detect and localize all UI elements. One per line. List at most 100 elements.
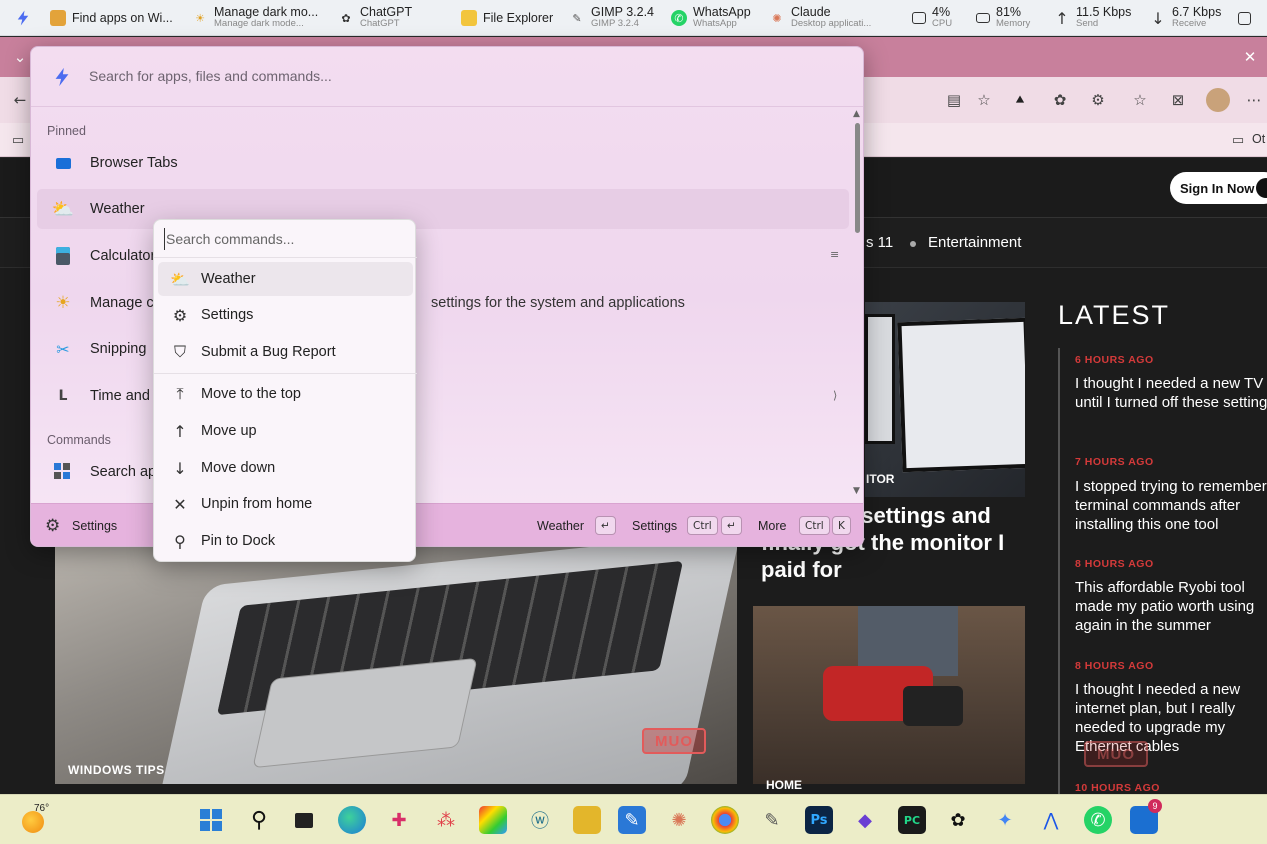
nav-link-entertainment[interactable]: Entertainment [928, 234, 1021, 251]
footer-action-more[interactable]: More [758, 519, 786, 533]
article-image-monitor[interactable] [865, 302, 1025, 497]
menu-item-bug-report[interactable]: ⛉ Submit a Bug Report [158, 335, 413, 369]
muo-watermark: MUO [1084, 741, 1148, 767]
sun-icon: ☀ [195, 11, 205, 25]
calculator-icon [53, 246, 73, 266]
hero-category-label[interactable]: WINDOWS TIPS [68, 763, 165, 777]
slack-icon[interactable]: ✚ [385, 806, 413, 834]
tab-actions-icon[interactable]: ▭ [8, 130, 28, 150]
footer-settings-link[interactable]: Settings [72, 519, 117, 533]
latest-heading: LATEST [1058, 300, 1171, 330]
chatgpt-taskbar-icon[interactable]: ✿ [944, 806, 972, 834]
article-category-home[interactable]: HOME [766, 778, 802, 792]
latest-time: 8 HOURS AGO [1075, 558, 1154, 570]
menu-item-move-up[interactable]: ↑ Move up [158, 414, 413, 448]
latest-timeline [1058, 348, 1060, 794]
launcher-search-row [31, 47, 863, 107]
memory-stat: 81% Memory [976, 0, 1030, 36]
photoshop-icon[interactable]: Ps [805, 806, 833, 834]
launcher-scrollbar[interactable]: ▲ ▼ [853, 109, 861, 496]
extension-a-icon[interactable]: ⯅ [1010, 90, 1030, 110]
search-icon[interactable]: ⚲ [245, 806, 273, 834]
paint-icon[interactable]: ✎ [618, 806, 646, 834]
whatsapp-taskbar-icon[interactable]: ✆ [1084, 806, 1112, 834]
latest-title[interactable]: This affordable Ryobi tool made my patio… [1075, 578, 1267, 635]
hero-image-laptop[interactable] [55, 538, 737, 784]
pycharm-icon[interactable]: PC [898, 806, 926, 834]
asana-icon[interactable]: ⁂ [432, 806, 460, 834]
details-toggle-icon[interactable]: ≡ [830, 248, 839, 261]
context-menu: ⛅ Weather ⚙ Settings ⛉ Submit a Bug Repo… [153, 219, 417, 562]
taskbar-item-file-explorer[interactable]: File Explorer [461, 0, 553, 36]
gear-icon[interactable]: ⚙ [45, 516, 60, 536]
launcher-search-input[interactable] [89, 65, 789, 87]
menu-item-pin-to-dock[interactable]: ⚲ Pin to Dock [158, 524, 413, 558]
taskbar-item-manage-dark-mode[interactable]: ☀ Manage dark mo... Manage dark mode... [192, 0, 318, 36]
close-icon[interactable]: ✕ [1240, 47, 1260, 67]
profile-avatar[interactable] [1206, 88, 1230, 112]
latest-title[interactable]: I thought I needed a new TV until I turn… [1075, 374, 1267, 412]
latest-title[interactable]: I stopped trying to remember terminal co… [1075, 477, 1267, 534]
menu-item-weather[interactable]: ⛅ Weather [158, 262, 413, 296]
snipping-icon: ✂ [56, 339, 70, 359]
collections-icon[interactable]: ⊠ [1168, 90, 1188, 110]
task-view-icon[interactable] [290, 806, 318, 834]
taskbar-item-gimp[interactable]: ✎ GIMP 3.2.4 GIMP 3.2.4 [569, 0, 654, 36]
pinned-section-label: Pinned [47, 124, 86, 138]
enter-key-hint: ↵ [595, 516, 616, 535]
menu-item-move-down[interactable]: ↓ Move down [158, 451, 413, 485]
arc-icon[interactable]: ⋀ [1037, 806, 1065, 834]
sun-icon: ☀ [55, 293, 71, 313]
taskbar-item-find-apps[interactable]: Find apps on Wi... [50, 0, 173, 36]
weather-sun-icon[interactable] [22, 811, 44, 833]
sign-in-button[interactable]: Sign In Now [1170, 172, 1267, 204]
obsidian-icon[interactable]: ◆ [851, 806, 879, 834]
chrome-icon[interactable] [711, 806, 739, 834]
article-category-label[interactable]: ITOR [866, 472, 894, 486]
command-search-input[interactable] [164, 228, 407, 250]
notification-badge: 9 [1148, 799, 1162, 813]
chatgpt-extension-icon[interactable]: ✿ [1050, 90, 1070, 110]
claude-taskbar-icon[interactable]: ✺ [665, 806, 693, 834]
muo-watermark: MUO [642, 728, 706, 754]
taskbar-item-chatgpt[interactable]: ✿ ChatGPT ChatGPT [338, 0, 412, 36]
more-options-icon[interactable]: ⋯ [1244, 90, 1264, 110]
footer-action-weather[interactable]: Weather [537, 519, 584, 533]
tool-battery-shape [903, 686, 963, 726]
weather-temperature[interactable]: 76° [34, 803, 49, 814]
chevron-right-icon[interactable]: ⟩ [833, 389, 837, 402]
color-app-icon[interactable] [479, 806, 507, 834]
folder-icon[interactable]: ▭ [1228, 130, 1248, 150]
favorite-star-icon[interactable]: ☆ [974, 90, 994, 110]
scroll-down-icon[interactable]: ▼ [853, 486, 860, 496]
gimp-taskbar-icon[interactable]: ✎ [758, 806, 786, 834]
chatgpt-icon: ✿ [341, 11, 351, 25]
latest-time: 8 HOURS AGO [1075, 660, 1154, 672]
extensions-puzzle-icon[interactable]: ⚙ [1088, 90, 1108, 110]
taskbar-item-claude[interactable]: ✺ Claude Desktop applicati... [769, 0, 871, 36]
gemini-icon[interactable]: ✦ [991, 806, 1019, 834]
taskbar-item-whatsapp[interactable]: ✆ WhatsApp WhatsApp [671, 0, 751, 36]
back-icon[interactable]: ← [10, 90, 30, 110]
nav-link-windows-11[interactable]: s 11 [866, 234, 893, 251]
launcher-item-browser-tabs[interactable]: Browser Tabs [37, 143, 849, 183]
tab-menu-chevron-icon[interactable]: ⌄ [10, 47, 30, 67]
menu-item-move-to-top[interactable]: ⤒ Move to the top [158, 377, 413, 411]
scroll-up-icon[interactable]: ▲ [853, 109, 860, 119]
reader-icon[interactable]: ▤ [944, 90, 964, 110]
start-windows-icon[interactable] [197, 806, 225, 834]
menu-item-unpin[interactable]: ✕ Unpin from home [158, 487, 413, 521]
arrow-down-icon: ↓ [1151, 8, 1165, 28]
article-image-tool[interactable] [753, 606, 1025, 784]
favbar-folder-label[interactable]: Ot [1252, 132, 1265, 146]
menu-item-settings[interactable]: ⚙ Settings [158, 298, 413, 332]
footer-action-settings[interactable]: Settings [632, 519, 677, 533]
claude-icon: ✺ [772, 11, 782, 25]
favorites-icon[interactable]: ☆ [1130, 90, 1150, 110]
edge-icon[interactable] [338, 806, 366, 834]
scrollbar-thumb[interactable] [855, 123, 860, 233]
launcher-bolt-icon[interactable] [14, 0, 32, 36]
wordpress-icon[interactable]: ⓦ [526, 806, 554, 834]
sticky-app-icon[interactable] [573, 806, 601, 834]
gimp-icon: ✎ [572, 11, 582, 25]
